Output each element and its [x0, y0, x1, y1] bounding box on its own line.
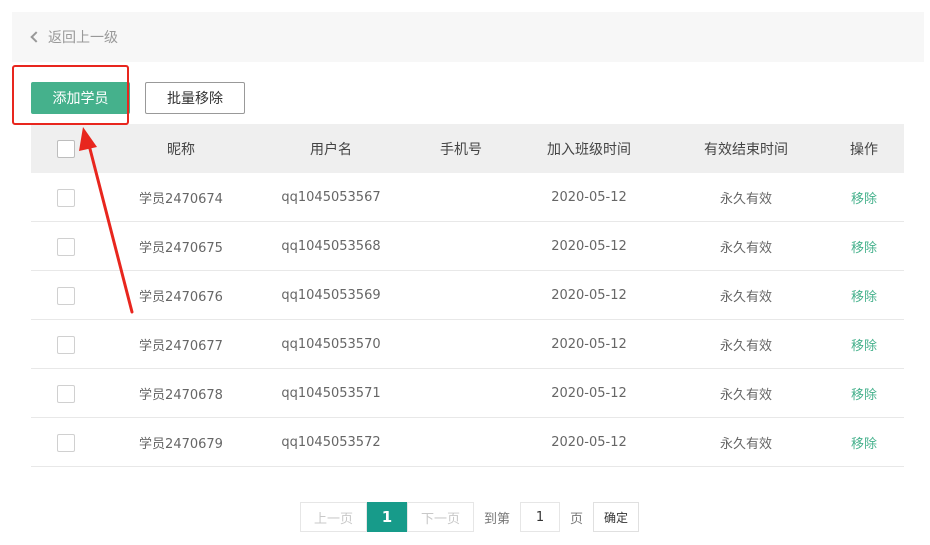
remove-link[interactable]: 移除	[851, 433, 877, 452]
batch-remove-button[interactable]: 批量移除	[145, 82, 245, 114]
remove-link[interactable]: 移除	[851, 286, 877, 305]
expire-time-cell: 永久有效	[719, 290, 772, 305]
table-row: 学员2470678 qq1045053571 2020-05-12 永久有效 移除	[31, 369, 904, 418]
row-checkbox-cell	[31, 271, 101, 320]
expire-time-cell: 永久有效	[719, 339, 772, 354]
select-all-checkbox[interactable]	[57, 139, 75, 158]
page-number-input[interactable]	[520, 502, 561, 532]
username-cell: qq1045053572	[281, 435, 381, 450]
column-header-action: 操作	[850, 141, 878, 158]
pagination: 上一页 1 下一页 到第 页 确定	[300, 502, 640, 532]
confirm-page-button[interactable]: 确定	[593, 502, 640, 532]
table-row: 学员2470679 qq1045053572 2020-05-12 永久有效 移除	[31, 418, 904, 467]
nickname-cell: 学员2470675	[139, 241, 223, 256]
phone-cell	[411, 271, 511, 320]
phone-cell	[411, 222, 511, 271]
phone-cell	[411, 418, 511, 467]
row-checkbox[interactable]	[57, 188, 75, 207]
table-row: 学员2470676 qq1045053569 2020-05-12 永久有效 移除	[31, 271, 904, 320]
nickname-cell: 学员2470677	[139, 339, 223, 354]
nickname-cell: 学员2470676	[139, 290, 223, 305]
header-checkbox-cell	[31, 124, 101, 173]
phone-cell	[411, 369, 511, 418]
nickname-cell: 学员2470678	[139, 388, 223, 403]
username-cell: qq1045053568	[281, 239, 381, 254]
join-time-cell: 2020-05-12	[551, 239, 627, 254]
remove-link[interactable]: 移除	[851, 384, 877, 403]
column-header-nickname: 昵称	[167, 141, 195, 158]
row-checkbox[interactable]	[57, 237, 75, 256]
column-header-username: 用户名	[310, 141, 352, 158]
join-time-cell: 2020-05-12	[551, 337, 627, 352]
add-student-button[interactable]: 添加学员	[31, 82, 130, 114]
table-row: 学员2470677 qq1045053570 2020-05-12 永久有效 移除	[31, 320, 904, 369]
back-label: 返回上一级	[48, 30, 118, 46]
row-checkbox-cell	[31, 222, 101, 271]
row-checkbox-cell	[31, 173, 101, 222]
next-page-button[interactable]: 下一页	[407, 502, 474, 532]
chevron-left-icon	[30, 31, 42, 43]
row-checkbox-cell	[31, 369, 101, 418]
row-checkbox[interactable]	[57, 433, 75, 452]
expire-time-cell: 永久有效	[719, 192, 772, 207]
row-checkbox[interactable]	[57, 335, 75, 354]
current-page-button[interactable]: 1	[367, 502, 407, 532]
column-header-expire-time: 有效结束时间	[704, 141, 788, 158]
action-cell: 移除	[834, 222, 894, 271]
table-row: 学员2470674 qq1045053567 2020-05-12 永久有效 移除	[31, 173, 904, 222]
back-link[interactable]: 返回上一级	[30, 27, 118, 47]
expire-time-cell: 永久有效	[719, 388, 772, 403]
nickname-cell: 学员2470674	[139, 192, 223, 207]
prev-page-button[interactable]: 上一页	[300, 502, 367, 532]
join-time-cell: 2020-05-12	[551, 288, 627, 303]
action-cell: 移除	[834, 369, 894, 418]
row-checkbox[interactable]	[57, 384, 75, 403]
action-cell: 移除	[834, 173, 894, 222]
column-header-join-time: 加入班级时间	[547, 141, 631, 158]
action-cell: 移除	[834, 271, 894, 320]
page-suffix-label: 页	[570, 511, 584, 527]
username-cell: qq1045053571	[281, 386, 381, 401]
table-row: 学员2470675 qq1045053568 2020-05-12 永久有效 移除	[31, 222, 904, 271]
expire-time-cell: 永久有效	[719, 241, 772, 256]
remove-link[interactable]: 移除	[851, 188, 877, 207]
row-checkbox-cell	[31, 418, 101, 467]
column-header-phone: 手机号	[440, 141, 482, 158]
goto-label: 到第	[484, 511, 511, 527]
join-time-cell: 2020-05-12	[551, 190, 627, 205]
username-cell: qq1045053567	[281, 190, 381, 205]
student-table: 昵称 用户名 手机号 加入班级时间 有效结束时间 操作 学员2470674 qq1…	[31, 124, 904, 467]
row-checkbox-cell	[31, 320, 101, 369]
table-header: 昵称 用户名 手机号 加入班级时间 有效结束时间 操作	[31, 124, 904, 173]
action-cell: 移除	[834, 320, 894, 369]
top-bar: 返回上一级	[12, 12, 924, 62]
expire-time-cell: 永久有效	[719, 437, 772, 452]
join-time-cell: 2020-05-12	[551, 386, 627, 401]
phone-cell	[411, 320, 511, 369]
table-body: 学员2470674 qq1045053567 2020-05-12 永久有效 移除 学员2…	[31, 173, 904, 467]
username-cell: qq1045053570	[281, 337, 381, 352]
nickname-cell: 学员2470679	[139, 437, 223, 452]
action-cell: 移除	[834, 418, 894, 467]
remove-link[interactable]: 移除	[851, 335, 877, 354]
join-time-cell: 2020-05-12	[551, 435, 627, 450]
remove-link[interactable]: 移除	[851, 237, 877, 256]
phone-cell	[411, 173, 511, 222]
username-cell: qq1045053569	[281, 288, 381, 303]
row-checkbox[interactable]	[57, 286, 75, 305]
